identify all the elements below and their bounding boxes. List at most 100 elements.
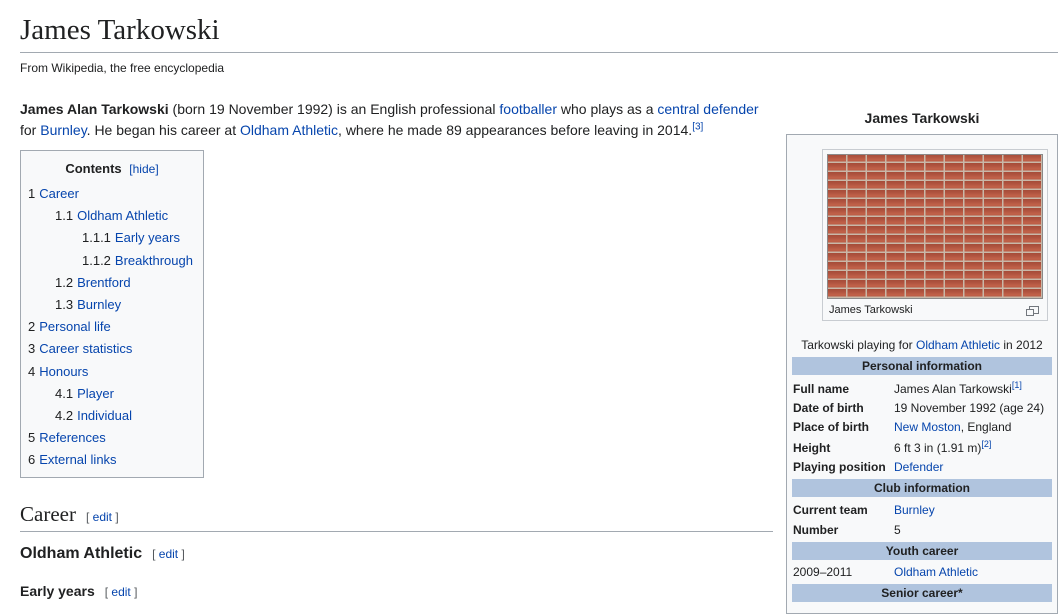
toc-item-career[interactable]: 1 Career: [21, 183, 203, 205]
reference-link[interactable]: [2]: [981, 439, 991, 449]
toc-link[interactable]: Brentford: [77, 275, 130, 290]
toc-item-oldham-athletic[interactable]: 1.1 Oldham Athletic: [21, 205, 203, 227]
row-label: Number: [793, 523, 839, 537]
toc-link[interactable]: Oldham Athletic: [77, 208, 168, 223]
row-label: Date of birth: [793, 401, 864, 415]
caption-text: Tarkowski playing for: [801, 338, 916, 352]
row-label: Place of birth: [793, 420, 870, 434]
toc-number: 5: [28, 430, 36, 446]
toc-item-burnley[interactable]: 1.3 Burnley: [21, 294, 203, 316]
toc-number: 2: [28, 319, 36, 335]
table-of-contents: Contents [hide] 1 Career 1.1 Oldham Athlet…: [20, 150, 204, 478]
toc-item-references[interactable]: 5 References: [21, 427, 203, 449]
link-new-moston[interactable]: New Moston: [894, 420, 961, 434]
row-label: Playing position: [793, 460, 886, 474]
link-oldham-athletic[interactable]: Oldham Athletic: [240, 122, 338, 138]
infobox-header-senior: Senior career*: [792, 584, 1052, 602]
link-oldham-athletic[interactable]: Oldham Athletic: [894, 562, 978, 582]
thumb-caption: James Tarkowski: [829, 304, 913, 316]
toc-item-brentford[interactable]: 1.2 Brentford: [21, 272, 203, 294]
bracket: [: [152, 547, 159, 561]
toc-number: 1: [28, 186, 36, 201]
edit-link[interactable]: edit: [93, 510, 112, 524]
pob-rest: , England: [960, 420, 1012, 434]
toc-title: Contents: [65, 161, 122, 176]
row-value: 19 November 1992 (age 24): [894, 401, 1045, 415]
heading-text: Oldham Athletic: [20, 545, 143, 562]
infobox-row-full-name: Full name James Alan Tarkowski[1]: [793, 379, 1055, 399]
toc-number: 1.1.1: [82, 230, 111, 246]
toc-header: Contents [hide]: [21, 151, 203, 183]
bracket: ]: [112, 510, 119, 524]
bracket: ]: [130, 585, 138, 599]
edit-section: [ edit ]: [105, 585, 138, 599]
infobox-row-position: Playing position Defender: [793, 457, 1055, 477]
toc-number: 6: [28, 452, 36, 468]
page-title: James Tarkowski: [20, 12, 1058, 53]
row-value: 6 ft 3 in (1.91 m)[2]: [894, 438, 991, 458]
reference-link[interactable]: [1]: [1012, 380, 1022, 390]
bracket: [: [85, 510, 93, 524]
toc-link[interactable]: Career statistics: [39, 341, 132, 356]
toc-link[interactable]: Personal life: [39, 319, 111, 334]
subject-name: James Alan Tarkowski: [20, 101, 169, 117]
link-burnley[interactable]: Burnley: [40, 122, 86, 138]
lead-text: . He began his career at: [86, 122, 240, 138]
section-heading-career: Career [ edit ]: [20, 500, 773, 532]
toc-link[interactable]: Player: [77, 386, 114, 401]
toc-item-individual[interactable]: 4.2 Individual: [21, 405, 203, 427]
toc-number: 4.1: [55, 385, 74, 401]
caption-text: in 2012: [1000, 338, 1043, 352]
bracket: ]: [178, 547, 185, 561]
infobox-header-personal: Personal information: [792, 357, 1052, 375]
lead-text: who plays as a: [556, 101, 658, 117]
toc-number: 1.3: [55, 296, 74, 312]
toc-link[interactable]: Career: [39, 186, 79, 201]
row-value: 5: [894, 523, 901, 537]
heading-text: Early years: [20, 583, 95, 599]
row-label: Height: [793, 441, 831, 455]
toc-hide-toggle[interactable]: [hide]: [129, 162, 158, 176]
infobox: James Tarkowski Tarkowski playing for Ol…: [786, 134, 1058, 614]
lead-text: , where he made 89 appearances before le…: [338, 122, 693, 138]
edit-section: [ edit ]: [152, 547, 185, 561]
toc-link[interactable]: Honours: [39, 364, 88, 379]
toc-number: 1.1: [55, 208, 74, 224]
toc-item-external-links[interactable]: 6 External links: [21, 449, 203, 471]
toc-number: 3: [28, 341, 36, 357]
edit-section: [ edit ]: [86, 510, 119, 524]
edit-link[interactable]: edit: [111, 585, 130, 599]
toc-item-honours[interactable]: 4 Honours: [21, 361, 203, 383]
toc-link[interactable]: Burnley: [77, 297, 121, 312]
infobox-row-current-team: Current team Burnley: [793, 500, 1055, 520]
edit-link[interactable]: edit: [159, 547, 178, 561]
lead-text: for: [20, 122, 41, 138]
infobox-image[interactable]: [827, 154, 1043, 299]
infobox-row-dob: Date of birth 19 November 1992 (age 24): [793, 398, 1055, 418]
heading-text: Career: [20, 502, 76, 526]
toc-item-breakthrough[interactable]: 1.1.2 Breakthrough: [21, 250, 203, 272]
toc-item-player[interactable]: 4.1 Player: [21, 383, 203, 405]
link-footballer[interactable]: footballer: [499, 101, 557, 117]
toc-item-early-years[interactable]: 1.1.1 Early years: [21, 227, 203, 249]
toc-link[interactable]: References: [39, 430, 105, 445]
link-defender[interactable]: Defender: [894, 457, 943, 477]
row-label: Full name: [793, 382, 850, 396]
infobox-row-number: Number 5: [793, 520, 1055, 540]
infobox-title: James Tarkowski: [864, 110, 980, 126]
link-burnley[interactable]: Burnley: [894, 500, 935, 520]
toc-link[interactable]: External links: [39, 452, 116, 467]
toc-link[interactable]: Breakthrough: [115, 253, 193, 268]
section-heading-oldham-athletic: Oldham Athletic [ edit ]: [20, 543, 185, 565]
caption-link-oldham[interactable]: Oldham Athletic: [916, 338, 1000, 352]
toc-item-personal-life[interactable]: 2 Personal life: [21, 316, 203, 338]
lead-paragraph: James Alan Tarkowski (born 19 November 1…: [20, 99, 770, 141]
reference-link[interactable]: [3]: [692, 121, 703, 132]
row-label: Current team: [793, 503, 868, 517]
link-central-defender[interactable]: central defender: [657, 101, 758, 117]
toc-link[interactable]: Individual: [77, 408, 132, 423]
image-caption: Tarkowski playing for Oldham Athletic in…: [787, 338, 1057, 352]
enlarge-icon[interactable]: [1026, 306, 1039, 316]
toc-link[interactable]: Early years: [115, 230, 180, 245]
toc-item-career-statistics[interactable]: 3 Career statistics: [21, 338, 203, 360]
